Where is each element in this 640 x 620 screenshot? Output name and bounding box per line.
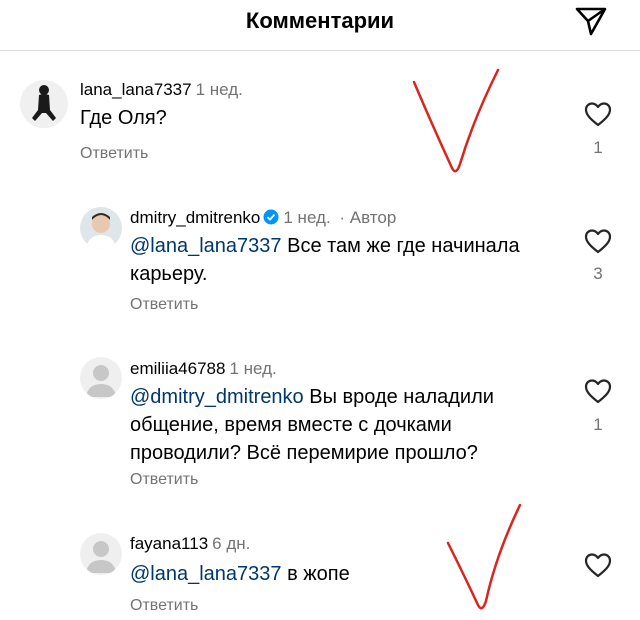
comment-body: в жопе <box>281 563 350 585</box>
author-tag: · Автор <box>339 208 397 227</box>
page-title: Комментарии <box>245 8 395 33</box>
default-avatar-icon <box>80 357 122 399</box>
comment-body: Где Оля? <box>80 107 167 129</box>
like-count: 1 <box>593 138 603 157</box>
avatar[interactable] <box>80 357 122 399</box>
like-count: 3 <box>593 264 603 283</box>
comment-time: 1 нед. <box>283 208 331 227</box>
avatar[interactable] <box>80 207 122 249</box>
reply-button[interactable]: Ответить <box>130 296 198 314</box>
username[interactable]: dmitry_dmitrenko <box>130 208 260 227</box>
verified-badge-icon <box>263 209 279 225</box>
comment-text: @lana_lana7337 Все там же где начинала к… <box>130 232 560 288</box>
send-icon[interactable] <box>574 5 608 37</box>
comment-text: @dmitry_dmitrenko Вы вроде наладили обще… <box>130 383 560 467</box>
reply-button[interactable]: Ответить <box>130 471 198 489</box>
header-bar: Комментарии <box>0 0 640 51</box>
avatar-image-icon <box>20 80 68 128</box>
red-checkmark-icon <box>412 68 500 173</box>
username[interactable]: emiliia46788 <box>130 359 225 378</box>
like-count: 1 <box>593 415 603 434</box>
mention-link[interactable]: @dmitry_dmitrenko <box>130 386 304 408</box>
reply-button[interactable]: Ответить <box>80 145 148 163</box>
reply-button[interactable]: Ответить <box>130 597 198 615</box>
avatar[interactable] <box>20 80 68 128</box>
heart-outline-icon[interactable] <box>584 552 612 578</box>
comment-time: 1 нед. <box>229 359 277 378</box>
avatar-image-icon <box>80 207 122 249</box>
heart-outline-icon[interactable] <box>584 228 612 254</box>
heart-outline-icon[interactable] <box>584 101 612 127</box>
comment-time: 6 дн. <box>212 534 251 553</box>
avatar[interactable] <box>80 533 122 575</box>
mention-link[interactable]: @lana_lana7337 <box>130 235 282 257</box>
red-checkmark-icon <box>446 503 522 610</box>
username[interactable]: fayana113 <box>130 534 208 553</box>
default-avatar-icon <box>80 533 122 575</box>
heart-outline-icon[interactable] <box>584 378 612 404</box>
mention-link[interactable]: @lana_lana7337 <box>130 563 282 585</box>
comment-time: 1 нед. <box>195 80 243 99</box>
username[interactable]: lana_lana7337 <box>80 80 192 99</box>
